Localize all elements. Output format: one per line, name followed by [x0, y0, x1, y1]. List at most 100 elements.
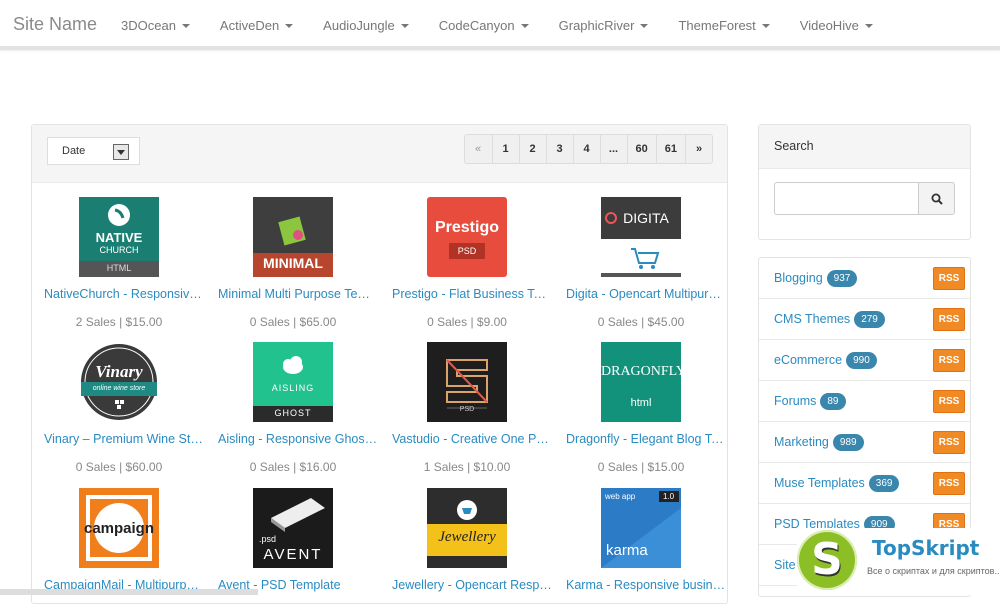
nav-item-activeden[interactable]: ActiveDen	[205, 18, 308, 33]
category-count-badge: 989	[832, 433, 864, 451]
nav-label: GraphicRiver	[558, 17, 635, 33]
thumb-text: MINIMAL	[263, 255, 323, 271]
thumb-text: online wine store	[92, 385, 146, 392]
rss-button[interactable]: RSS	[933, 349, 965, 372]
category-item: Marketing 989 RSS	[759, 422, 970, 463]
watermark-name: TopSkript	[872, 536, 980, 560]
category-link[interactable]: Marketing	[774, 435, 829, 449]
nav-item-themeforest[interactable]: ThemeForest	[663, 18, 784, 33]
caret-down-icon	[181, 24, 190, 28]
dropdown-arrow-icon[interactable]	[113, 144, 129, 160]
search-title: Search	[759, 125, 970, 169]
nav-label: CodeCanyon	[438, 17, 515, 33]
items-panel: Date « 1 2 3 4 ... 60 61 » NATIVE CHURCH…	[31, 124, 728, 604]
horizontal-scrollbar[interactable]	[0, 589, 258, 595]
thumb-text: AISLING	[271, 383, 315, 393]
nav-label: 3DOcean	[121, 17, 176, 33]
item-card: MINIMAL Minimal Multi Purpose Template 0…	[206, 197, 380, 329]
category-item: CMS Themes 279 RSS	[759, 299, 970, 340]
pagination-page[interactable]: 1	[491, 135, 519, 163]
item-thumbnail[interactable]: Prestigo PSD	[427, 197, 507, 277]
nav-label: ThemeForest	[678, 17, 756, 33]
thumb-text: web app	[605, 492, 636, 501]
item-thumbnail[interactable]: DIGITA	[601, 197, 681, 277]
item-thumbnail[interactable]: MINIMAL	[253, 197, 333, 277]
item-thumbnail[interactable]: Jewellery	[427, 488, 507, 568]
item-thumbnail[interactable]: web app 1.0 karma	[601, 488, 681, 568]
psd-badge: PSD	[449, 243, 485, 259]
category-link[interactable]: Muse Templates	[774, 476, 865, 490]
nav-item-audiojungle[interactable]: AudioJungle	[308, 18, 424, 33]
thumb-text: Prestigo	[434, 219, 499, 236]
rss-button[interactable]: RSS	[933, 267, 965, 290]
category-link[interactable]: Blogging	[774, 271, 823, 285]
rss-button[interactable]: RSS	[933, 390, 965, 413]
item-sales-price: 0 Sales | $45.00	[597, 315, 685, 329]
rss-button[interactable]: RSS	[933, 472, 965, 495]
cart-icon	[601, 197, 681, 277]
nav-item-videohive[interactable]: VideoHive	[785, 18, 888, 33]
item-title-link[interactable]: Aisling - Responsive Ghost Theme	[206, 432, 380, 446]
nav-item-graphicriver[interactable]: GraphicRiver	[544, 18, 664, 33]
sort-select-value: Date	[62, 145, 86, 157]
pagination-page[interactable]: 60	[626, 135, 656, 163]
thumb-text: Jewellery	[438, 529, 496, 545]
thumb-text: GHOST	[274, 408, 312, 418]
item-thumbnail[interactable]: AISLING GHOST	[253, 342, 333, 422]
item-thumbnail[interactable]: PSD	[427, 342, 507, 422]
pagination: « 1 2 3 4 ... 60 61 »	[463, 134, 713, 164]
nav-label: AudioJungle	[323, 17, 395, 33]
logo-letter: S	[811, 534, 843, 585]
category-item: Muse Templates 369 RSS	[759, 463, 970, 504]
item-card: DRAGONFLY html Dragonfly - Elegant Blog …	[554, 342, 728, 474]
pagination-ellipsis: ...	[599, 135, 627, 163]
item-thumbnail[interactable]: DRAGONFLY html	[601, 342, 681, 422]
rss-button[interactable]: RSS	[933, 431, 965, 454]
category-link[interactable]: Forums	[774, 394, 816, 408]
thumb-text: karma	[606, 542, 648, 559]
item-title-link[interactable]: Jewellery - Opencart Responsive Theme	[380, 578, 554, 592]
item-thumbnail[interactable]: NATIVE CHURCH HTML	[79, 197, 159, 277]
search-input[interactable]	[774, 182, 919, 215]
item-title-link[interactable]: Digita - Opencart Multipurpose Theme	[554, 287, 728, 301]
pagination-page[interactable]: 3	[545, 135, 573, 163]
search-button[interactable]	[918, 182, 955, 215]
category-link[interactable]: CMS Themes	[774, 312, 850, 326]
category-item: Forums 89 RSS	[759, 381, 970, 422]
item-thumbnail[interactable]: campaign	[79, 488, 159, 568]
thumb-text: AVENT	[263, 546, 323, 563]
item-card: Vinary online wine store Vinary – Premiu…	[32, 342, 206, 474]
item-thumbnail[interactable]: Vinary online wine store	[79, 342, 159, 422]
thumb-text: .psd	[259, 534, 277, 544]
item-title-link[interactable]: Minimal Multi Purpose Template	[206, 287, 380, 301]
pagination-page[interactable]: 61	[655, 135, 685, 163]
item-thumbnail[interactable]: .psd AVENT	[253, 488, 333, 568]
category-count-badge: 89	[820, 392, 846, 410]
thumb-text: HTML	[106, 263, 132, 273]
item-sales-price: 1 Sales | $10.00	[423, 460, 511, 474]
items-toolbar: Date « 1 2 3 4 ... 60 61 »	[32, 125, 727, 183]
watermark-tagline: Все о скриптах и для скриптов...	[867, 566, 1000, 576]
rss-button[interactable]: RSS	[933, 308, 965, 331]
pagination-prev[interactable]: «	[465, 135, 492, 163]
item-title-link[interactable]: Vastudio - Creative One Page PSD	[380, 432, 554, 446]
category-link[interactable]: Site	[774, 558, 796, 572]
category-count-badge: 990	[846, 351, 877, 369]
item-title-link[interactable]: NativeChurch - Responsive Church Templat…	[32, 287, 206, 301]
site-brand[interactable]: Site Name	[13, 14, 97, 35]
category-link[interactable]: eCommerce	[774, 353, 842, 367]
item-sales-price: 0 Sales | $9.00	[427, 315, 507, 329]
pagination-page[interactable]: 2	[518, 135, 546, 163]
nav-item-3docean[interactable]: 3DOcean	[106, 18, 205, 33]
item-title-link[interactable]: Dragonfly - Elegant Blog Template	[554, 432, 728, 446]
item-title-link[interactable]: Karma - Responsive business template	[554, 578, 728, 592]
item-title-link[interactable]: Prestigo - Flat Business Template	[380, 287, 554, 301]
pagination-page[interactable]: 4	[572, 135, 600, 163]
item-title-link[interactable]: Vinary – Premium Wine Store Theme	[32, 432, 206, 446]
search-icon	[931, 193, 943, 205]
item-card: AISLING GHOST Aisling - Responsive Ghost…	[206, 342, 380, 474]
pagination-next[interactable]: »	[685, 135, 712, 163]
nav-item-codecanyon[interactable]: CodeCanyon	[424, 18, 544, 33]
sort-select[interactable]: Date	[47, 137, 140, 165]
category-count-badge: 937	[826, 269, 858, 287]
